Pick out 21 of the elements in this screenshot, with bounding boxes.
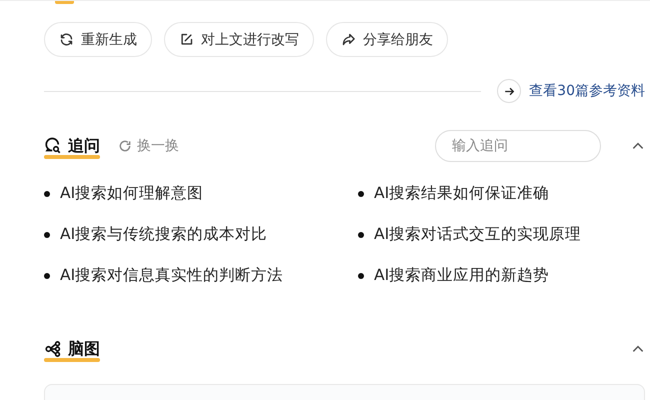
chat-search-icon [44, 137, 62, 155]
references-link[interactable]: 查看30篇参考资料 [529, 82, 645, 100]
shuffle-button[interactable]: 换一换 [118, 137, 179, 155]
question-link[interactable]: AI搜索如何理解意图 [44, 183, 358, 204]
action-button[interactable]: 分享给朋友 [326, 22, 448, 57]
section-title: 追问 [68, 136, 100, 156]
question-link[interactable]: AI搜索与传统搜索的成本对比 [44, 224, 358, 245]
action-button[interactable]: 重新生成 [44, 22, 152, 57]
tab-marker [55, 1, 74, 4]
edit-icon [179, 32, 194, 47]
question-link[interactable]: AI搜索对话式交互的实现原理 [358, 224, 645, 245]
action-button[interactable]: 对上文进行改写 [164, 22, 314, 57]
question-link[interactable]: AI搜索结果如何保证准确 [358, 183, 645, 204]
mind-map-icon [44, 340, 62, 358]
refresh-icon [118, 139, 132, 153]
question-link[interactable]: AI搜索商业应用的新趋势 [358, 265, 645, 286]
share-icon [341, 32, 356, 47]
section-title: 脑图 [68, 338, 100, 360]
refresh-icon [59, 32, 74, 47]
follow-up-input[interactable]: 输入追问 [435, 130, 601, 162]
question-link[interactable]: AI搜索对信息真实性的判断方法 [44, 265, 358, 286]
